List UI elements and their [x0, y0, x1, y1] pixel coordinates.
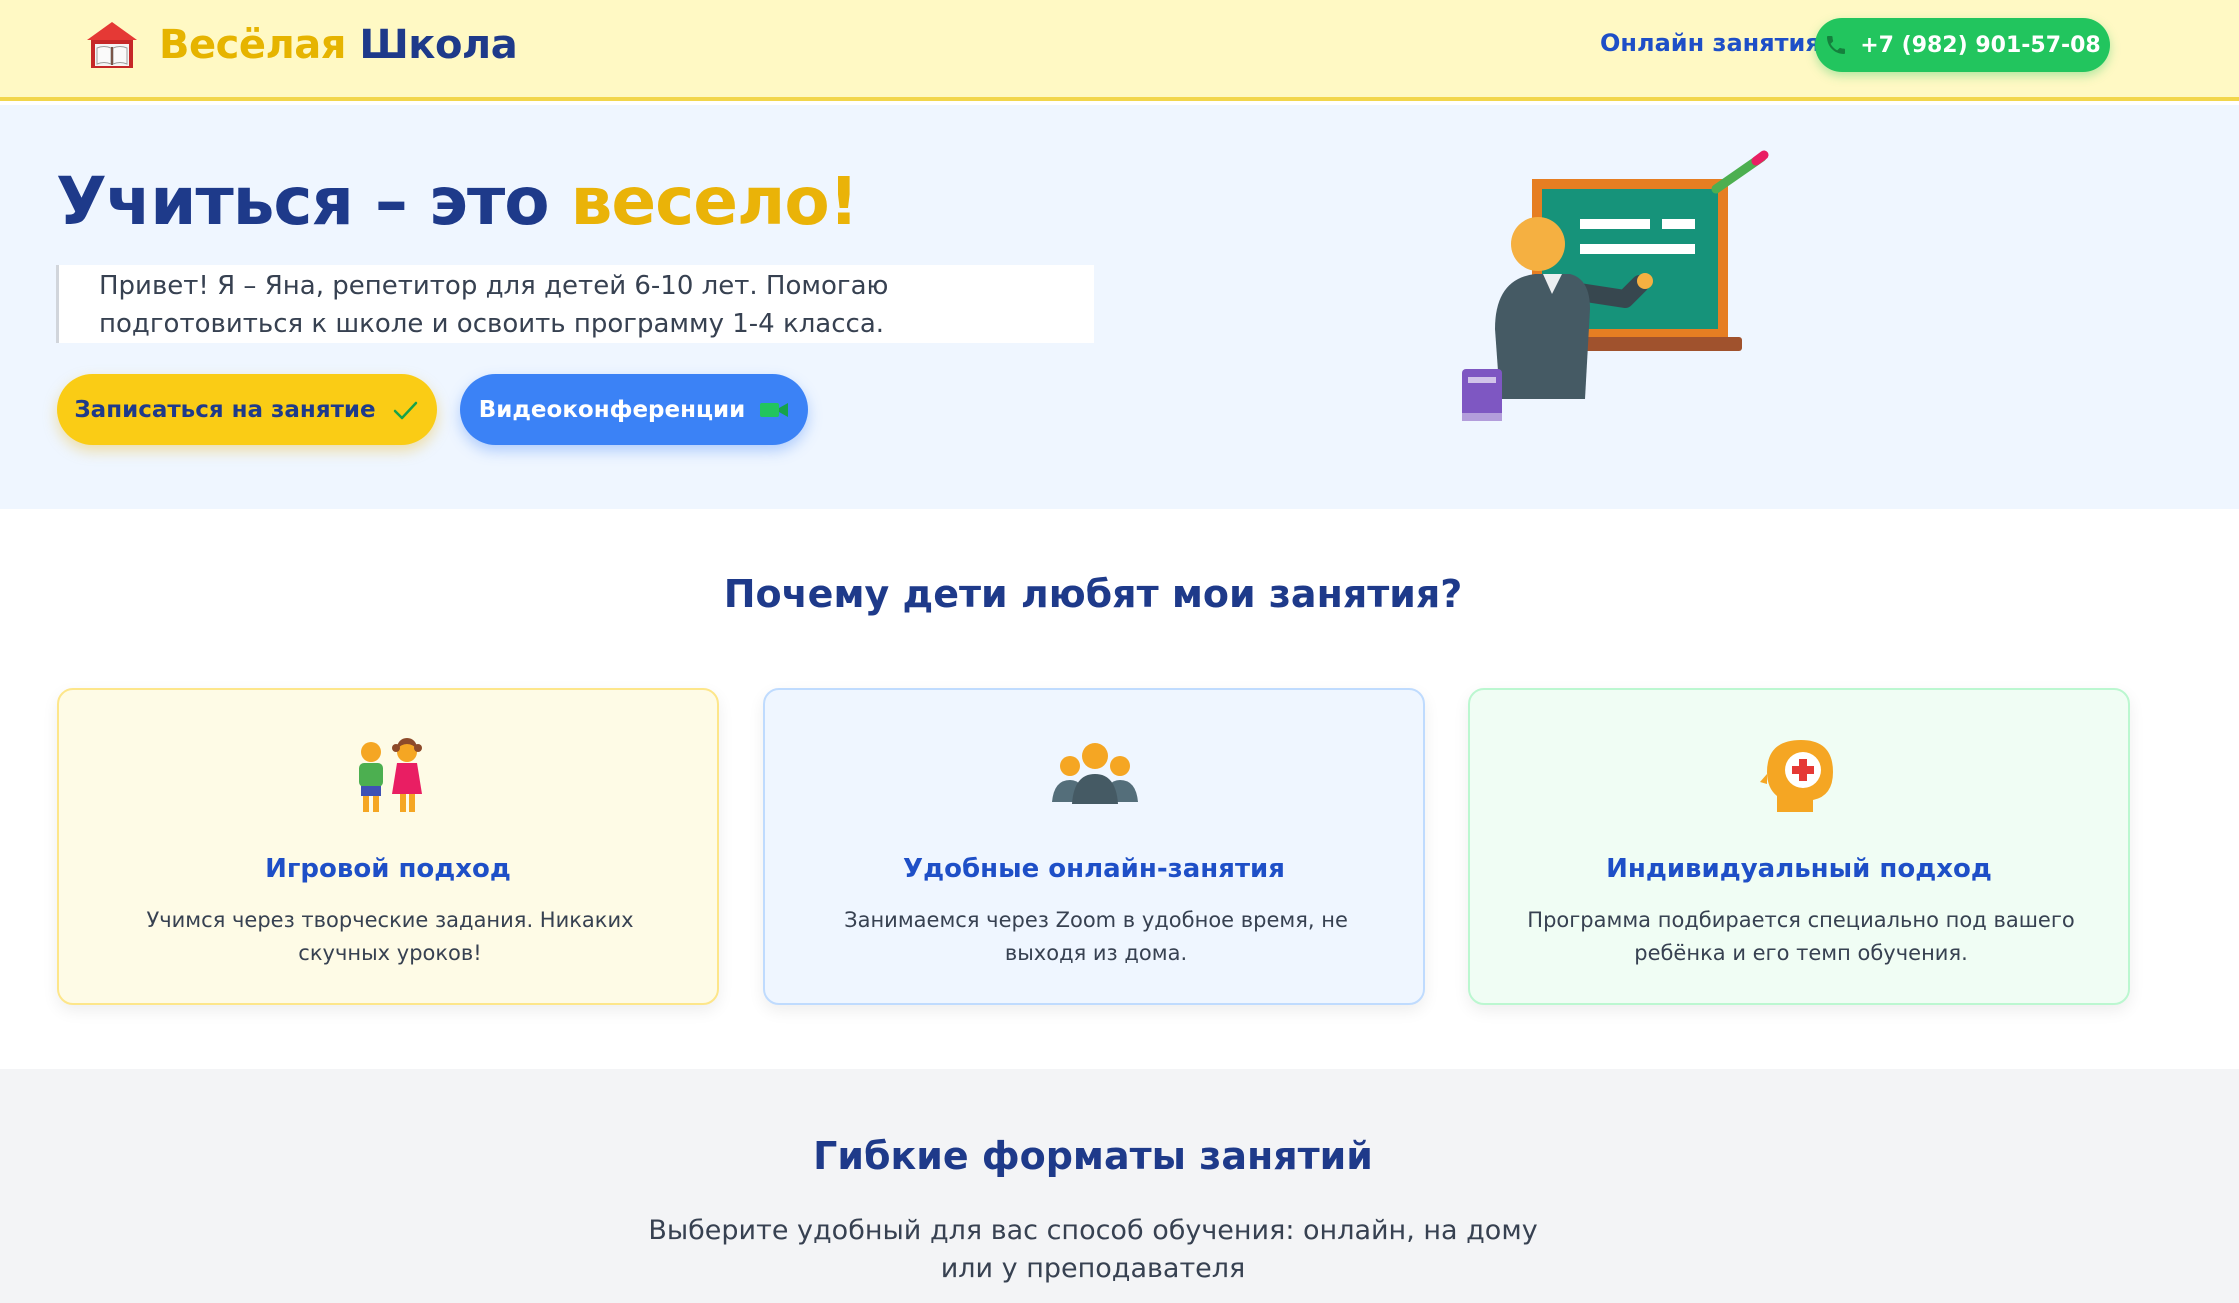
- formats-subtitle: Выберите удобный для вас способ обучения…: [648, 1215, 1538, 1284]
- formats-title: Гибкие форматы занятий: [813, 1134, 1373, 1178]
- children-icon: [359, 738, 422, 812]
- feature-text: Программа подбирается специально под ваш…: [1527, 908, 2075, 965]
- checkmark-icon: [393, 401, 417, 419]
- feature-title: Индивидуальный подход: [1606, 854, 1992, 884]
- video-conference-label: Видеоконференции: [478, 396, 746, 423]
- feature-title: Удобные онлайн-занятия: [903, 854, 1285, 884]
- book-lesson-label: Записаться на занятие: [74, 396, 376, 423]
- book-lesson-button[interactable]: Записаться на занятие: [57, 374, 437, 445]
- feature-card-online: Удобные онлайн-занятия Занимаемся через …: [763, 688, 1425, 1005]
- school-house-icon: [87, 22, 137, 68]
- features-title: Почему дети любят мои занятия?: [723, 572, 1463, 616]
- formats-section: Гибкие форматы занятий Выберите удобный …: [0, 1069, 2239, 1303]
- hero-title-accent: весело!: [570, 163, 859, 240]
- feature-text: Занимаемся через Zoom в удобное время, н…: [844, 908, 1348, 965]
- hero-title-main: Учиться – это: [56, 163, 571, 240]
- logo-word-1: Весёлая: [159, 22, 346, 68]
- phone-button[interactable]: +7 (982) 901-57-08: [1815, 18, 2110, 72]
- teacher-at-blackboard-icon: [1462, 150, 1769, 421]
- phone-icon: [1827, 36, 1846, 54]
- hero-title: Учиться – это весело!: [56, 163, 859, 240]
- group-icon: [1052, 743, 1138, 804]
- phone-number: +7 (982) 901-57-08: [1860, 32, 2101, 58]
- video-camera-icon: [760, 402, 789, 417]
- logo-word-2: Школа: [359, 22, 518, 68]
- feature-title: Игровой подход: [265, 854, 511, 884]
- site-header: Весёлая Школа Онлайн занятия +7 (982) 90…: [0, 0, 2239, 101]
- video-conference-button[interactable]: Видеоконференции: [460, 374, 808, 445]
- hero-section: Учиться – это весело! Привет! Я – Яна, р…: [0, 105, 2239, 509]
- nav-link-online-lessons[interactable]: Онлайн занятия: [1600, 29, 1821, 57]
- logo[interactable]: Весёлая Школа: [85, 18, 518, 72]
- feature-card-individual: Индивидуальный подход Программа подбирае…: [1468, 688, 2130, 1005]
- feature-card-game: Игровой подход Учимся через творческие з…: [57, 688, 719, 1005]
- feature-text: Учимся через творческие задания. Никаких…: [146, 908, 634, 965]
- hero-description: Привет! Я – Яна, репетитор для детей 6-1…: [56, 265, 1094, 343]
- head-plus-icon: [1760, 740, 1833, 812]
